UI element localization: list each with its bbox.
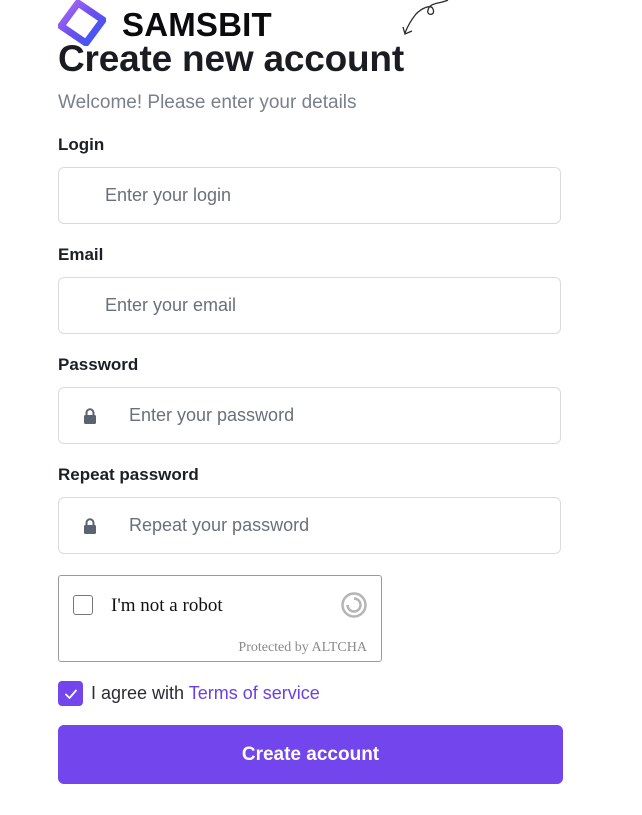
lock-icon — [84, 518, 96, 534]
terms-agreement: I agree with Terms of service — [58, 681, 320, 706]
email-label: Email — [58, 245, 104, 264]
lock-icon — [84, 408, 96, 424]
repeat-password-input[interactable] — [127, 498, 548, 553]
captcha-footer: Protected by ALTCHA — [238, 640, 367, 655]
password-input[interactable] — [127, 388, 548, 443]
password-field-wrapper — [58, 387, 561, 444]
email-input[interactable] — [103, 278, 548, 333]
page-title: Create new account — [58, 38, 404, 79]
terms-checkbox[interactable] — [58, 681, 83, 706]
altcha-widget: I'm not a robot Protected by ALTCHA — [58, 575, 382, 662]
page-subtitle: Welcome! Please enter your details — [58, 92, 357, 113]
curved-arrow-icon — [402, 0, 449, 35]
terms-of-service-link[interactable]: Terms of service — [189, 683, 320, 703]
email-field-wrapper — [58, 277, 561, 334]
terms-text: I agree with Terms of service — [91, 683, 320, 704]
repeat-password-label: Repeat password — [58, 465, 199, 484]
create-account-button[interactable]: Create account — [58, 725, 563, 784]
checkmark-icon — [64, 689, 77, 699]
captcha-checkbox[interactable] — [73, 595, 93, 615]
login-field-wrapper — [58, 167, 561, 224]
altcha-refresh-icon — [341, 592, 367, 618]
repeat-password-field-wrapper — [58, 497, 561, 554]
captcha-label: I'm not a robot — [111, 595, 223, 616]
login-input[interactable] — [103, 168, 548, 223]
login-label: Login — [58, 135, 105, 154]
terms-prefix: I agree with — [91, 683, 189, 703]
password-label: Password — [58, 355, 139, 374]
